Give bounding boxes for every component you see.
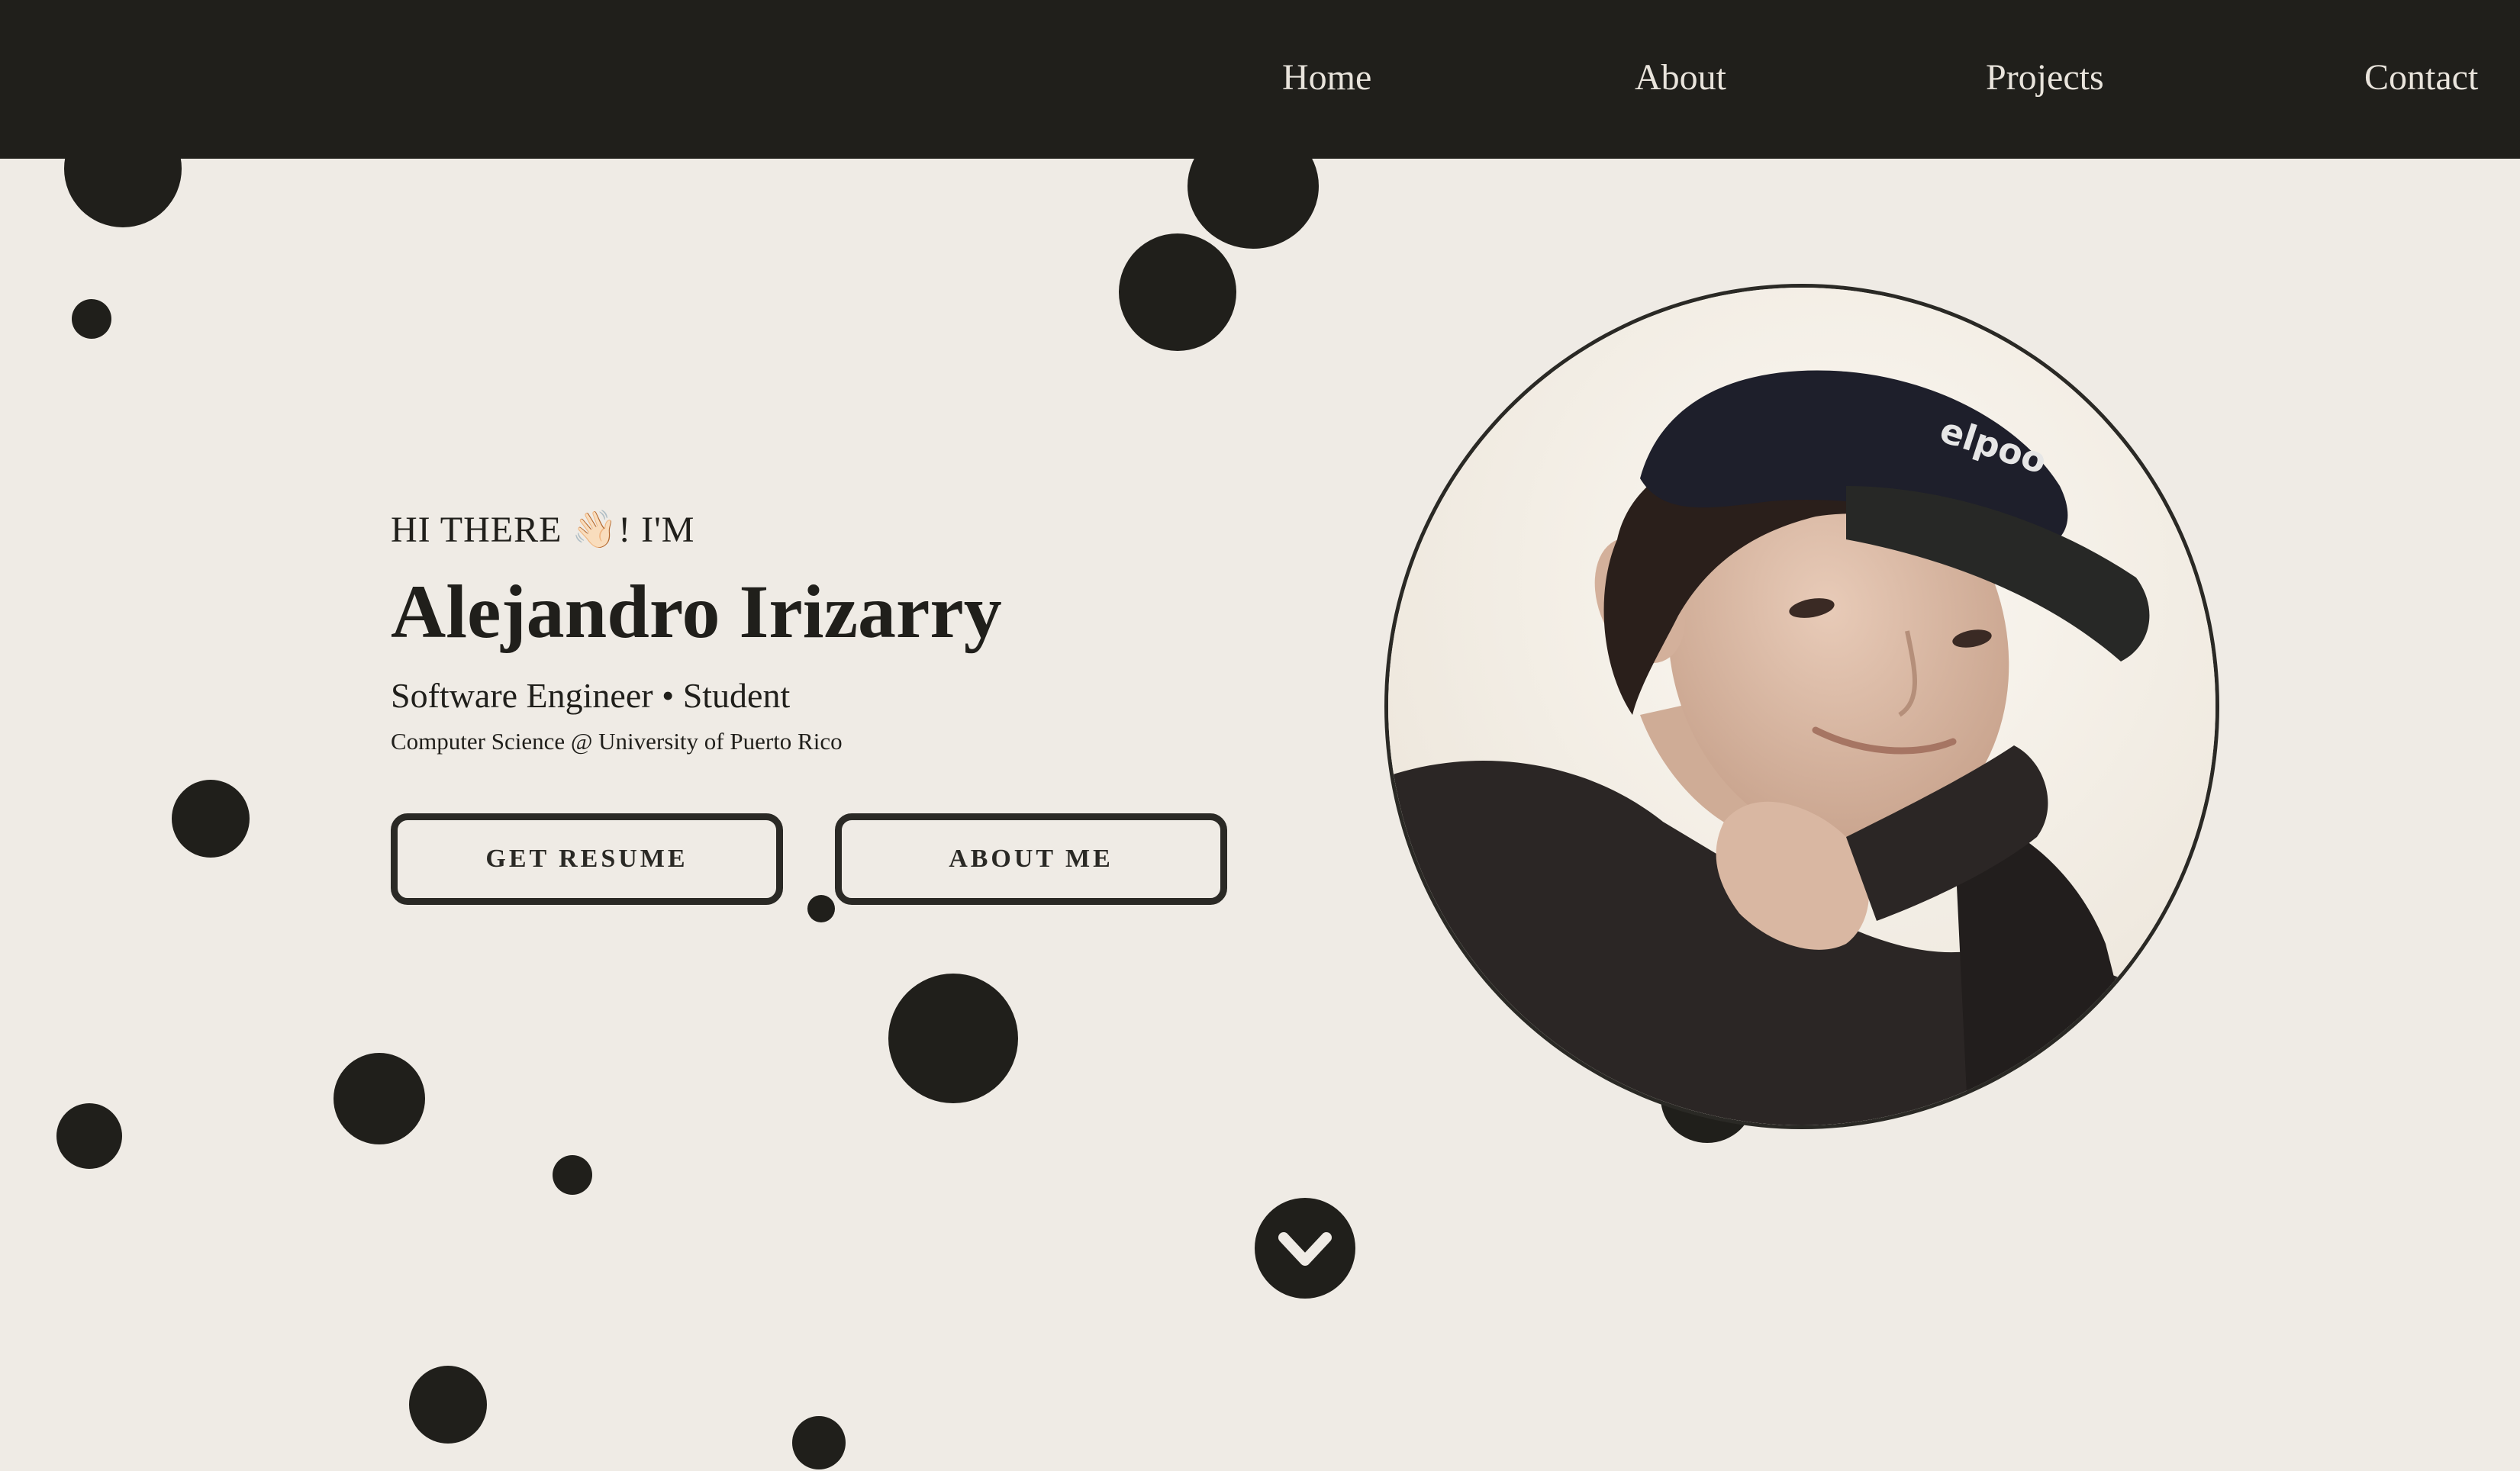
- nav-about-link[interactable]: About: [1635, 50, 1726, 105]
- decorative-dot: [553, 1155, 592, 1195]
- about-me-button[interactable]: ABOUT ME: [835, 813, 1227, 905]
- decorative-dot: [792, 1416, 846, 1469]
- nav-projects-link[interactable]: Projects: [1986, 50, 2104, 105]
- decorative-dot: [172, 780, 250, 858]
- hero-school: Computer Science @ University of Puerto …: [391, 728, 843, 755]
- portrait-frame: elpoo: [1384, 284, 2219, 1129]
- hero-role: Software Engineer • Student: [391, 676, 791, 715]
- hero-greeting: HI THERE 👋🏻! I'M: [391, 510, 695, 550]
- decorative-dot: [888, 974, 1018, 1103]
- navbar: Home About Projects Contact: [0, 0, 2520, 159]
- portrait-image: elpoo: [1388, 288, 2215, 1125]
- decorative-dot: [807, 895, 835, 922]
- scroll-down-button[interactable]: [1255, 1198, 1355, 1299]
- decorative-dot: [409, 1366, 487, 1444]
- chevron-down-icon: [1278, 1232, 1332, 1266]
- decorative-dot: [56, 1103, 122, 1169]
- page: Home About Projects Contact HI THERE 👋🏻!…: [0, 0, 2520, 1471]
- nav-contact-link[interactable]: Contact: [2364, 50, 2478, 105]
- hero-name: Alejandro Irizarry: [391, 569, 1002, 654]
- decorative-dot: [72, 299, 111, 339]
- nav-home-link[interactable]: Home: [1282, 50, 1371, 105]
- decorative-dot: [1119, 233, 1236, 351]
- get-resume-button[interactable]: GET RESUME: [391, 813, 783, 905]
- decorative-dot: [334, 1053, 425, 1144]
